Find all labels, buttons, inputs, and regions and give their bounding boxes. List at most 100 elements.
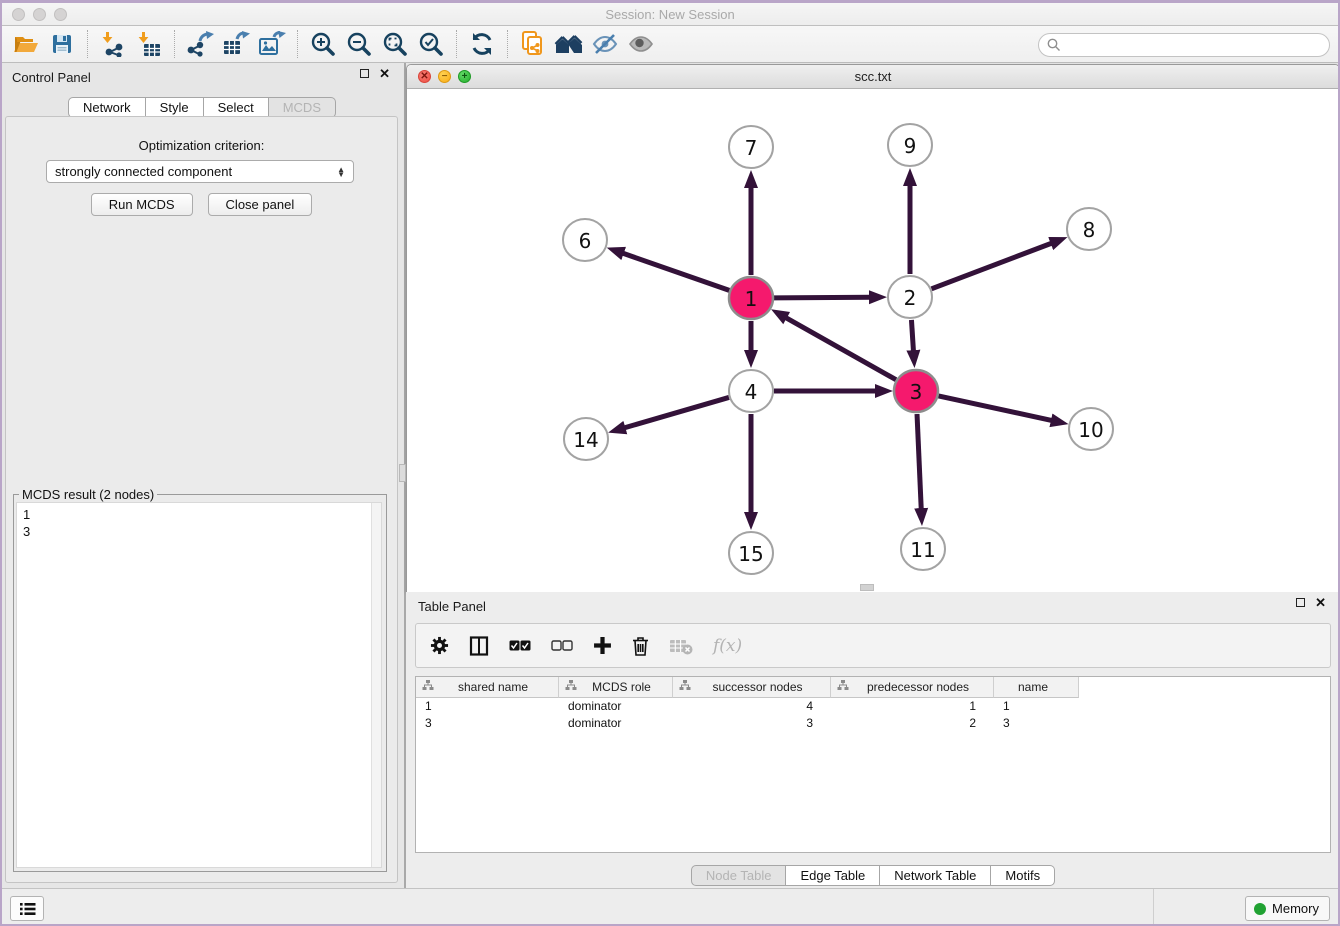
open-file-button[interactable]: [8, 29, 44, 59]
control-panel-title: Control Panel: [12, 70, 91, 85]
memory-button[interactable]: Memory: [1245, 896, 1330, 921]
float-table-panel-icon[interactable]: [1296, 598, 1305, 607]
column-header-successor-nodes[interactable]: successor nodes: [673, 677, 831, 698]
table-cell[interactable]: 4: [673, 698, 831, 715]
optimization-label: Optimization criterion:: [6, 138, 397, 153]
task-history-button[interactable]: [10, 896, 44, 921]
table-settings-button[interactable]: [430, 636, 449, 655]
float-panel-icon[interactable]: [360, 69, 369, 78]
zoom-selected-button[interactable]: [413, 29, 449, 59]
first-neighbors-button[interactable]: [551, 29, 587, 59]
status-divider: [1153, 889, 1154, 926]
search-field-wrap[interactable]: [1038, 33, 1330, 57]
refresh-button[interactable]: [464, 29, 500, 59]
export-image-icon: [258, 31, 286, 57]
graph-edge-4-14[interactable]: [622, 397, 728, 428]
table-cell[interactable]: 3: [416, 715, 559, 732]
mcds-tab-content: Optimization criterion: strongly connect…: [5, 116, 398, 883]
table-cell[interactable]: 1: [994, 698, 1079, 715]
import-table-button[interactable]: [131, 29, 167, 59]
export-table-button[interactable]: [218, 29, 254, 59]
close-table-panel-icon[interactable]: ✕: [1315, 598, 1326, 607]
columns-icon: [469, 636, 489, 656]
tab-motifs[interactable]: Motifs: [991, 865, 1055, 886]
zoom-in-icon: [310, 31, 336, 57]
memory-status-icon: [1254, 903, 1266, 915]
network-from-selection-button[interactable]: [515, 29, 551, 59]
tab-node-table[interactable]: Node Table: [691, 865, 787, 886]
zoom-fit-button[interactable]: [377, 29, 413, 59]
graph-edge-3-11[interactable]: [917, 414, 921, 511]
table-cell[interactable]: 2: [831, 715, 994, 732]
graph-node-label-6: 6: [579, 229, 592, 253]
network-window-titlebar[interactable]: ✕ − + scc.txt: [407, 65, 1339, 89]
tab-network[interactable]: Network: [68, 97, 146, 118]
delete-table-button[interactable]: [669, 637, 693, 655]
zoom-in-button[interactable]: [305, 29, 341, 59]
table-cell[interactable]: 1: [831, 698, 994, 715]
graph-node-label-7: 7: [745, 136, 758, 160]
graph-edge-2-3[interactable]: [911, 320, 913, 353]
column-header-MCDS-role[interactable]: MCDS role: [559, 677, 673, 698]
export-network-button[interactable]: [182, 29, 218, 59]
vertical-splitter-grip[interactable]: [399, 464, 406, 482]
graph-edge-2-8[interactable]: [932, 242, 1054, 288]
table-cell[interactable]: dominator: [559, 698, 673, 715]
import-network-button[interactable]: [95, 29, 131, 59]
tab-select[interactable]: Select: [204, 97, 269, 118]
column-header-shared-name[interactable]: shared name: [416, 677, 559, 698]
tab-style[interactable]: Style: [146, 97, 204, 118]
graph-edge-1-2[interactable]: [774, 297, 872, 298]
show-all-button[interactable]: [623, 29, 659, 59]
table-cell[interactable]: 1: [416, 698, 559, 715]
select-all-rows-button[interactable]: [509, 640, 531, 651]
export-image-button[interactable]: [254, 29, 290, 59]
run-mcds-button[interactable]: Run MCDS: [91, 193, 193, 216]
mcds-result-area[interactable]: 13: [16, 502, 382, 868]
node-table[interactable]: shared nameMCDS role successor nodesprede…: [415, 676, 1331, 853]
save-session-button[interactable]: [44, 29, 80, 59]
graph-node-label-11: 11: [910, 538, 935, 562]
table-row[interactable]: 1dominator411: [416, 698, 1330, 715]
tab-mcds[interactable]: MCDS: [269, 97, 336, 118]
function-builder-button[interactable]: f(x): [713, 636, 742, 656]
table-row[interactable]: 3dominator323: [416, 715, 1330, 732]
column-header-name[interactable]: name: [994, 677, 1079, 698]
network-from-selection-icon: [520, 30, 546, 58]
network-canvas[interactable]: 7968124314101511: [407, 89, 1339, 592]
delete-column-button[interactable]: [632, 636, 649, 656]
import-table-icon: [136, 31, 162, 57]
deselect-all-rows-button[interactable]: [551, 640, 573, 651]
table-panel-title: Table Panel: [418, 599, 486, 614]
list-icon: [19, 902, 36, 916]
graph-edge-3-1[interactable]: [784, 317, 896, 380]
zoom-selected-icon: [418, 31, 444, 57]
table-cell[interactable]: 3: [994, 715, 1079, 732]
show-columns-button[interactable]: [469, 636, 489, 656]
criterion-dropdown[interactable]: strongly connected component ▲▼: [46, 160, 354, 183]
result-scrollbar[interactable]: [371, 503, 381, 867]
result-line: 1: [23, 506, 375, 523]
window-edge-left: [0, 0, 2, 926]
table-toolbar: f(x): [415, 623, 1331, 668]
column-header-predecessor-nodes[interactable]: predecessor nodes: [831, 677, 994, 698]
hide-selected-button[interactable]: [587, 29, 623, 59]
tab-edge-table[interactable]: Edge Table: [786, 865, 880, 886]
zoom-out-button[interactable]: [341, 29, 377, 59]
first-neighbors-icon: [554, 32, 584, 56]
table-cell[interactable]: 3: [673, 715, 831, 732]
search-input[interactable]: [1066, 38, 1316, 52]
column-label: shared name: [434, 680, 558, 694]
horizontal-splitter-grip[interactable]: [860, 584, 874, 591]
table-cell[interactable]: dominator: [559, 715, 673, 732]
control-panel: Control Panel ✕ NetworkStyleSelectMCDS O…: [0, 63, 404, 888]
close-panel-button[interactable]: Close panel: [208, 193, 313, 216]
column-label: successor nodes: [691, 680, 830, 694]
refresh-icon: [469, 31, 495, 57]
graph-edge-3-10[interactable]: [938, 396, 1053, 421]
create-column-button[interactable]: [593, 636, 612, 655]
close-panel-icon[interactable]: ✕: [379, 69, 390, 78]
mcds-result-fieldset: MCDS result (2 nodes) 13: [13, 494, 387, 872]
graph-edge-1-6[interactable]: [621, 253, 729, 291]
tab-network-table[interactable]: Network Table: [880, 865, 991, 886]
